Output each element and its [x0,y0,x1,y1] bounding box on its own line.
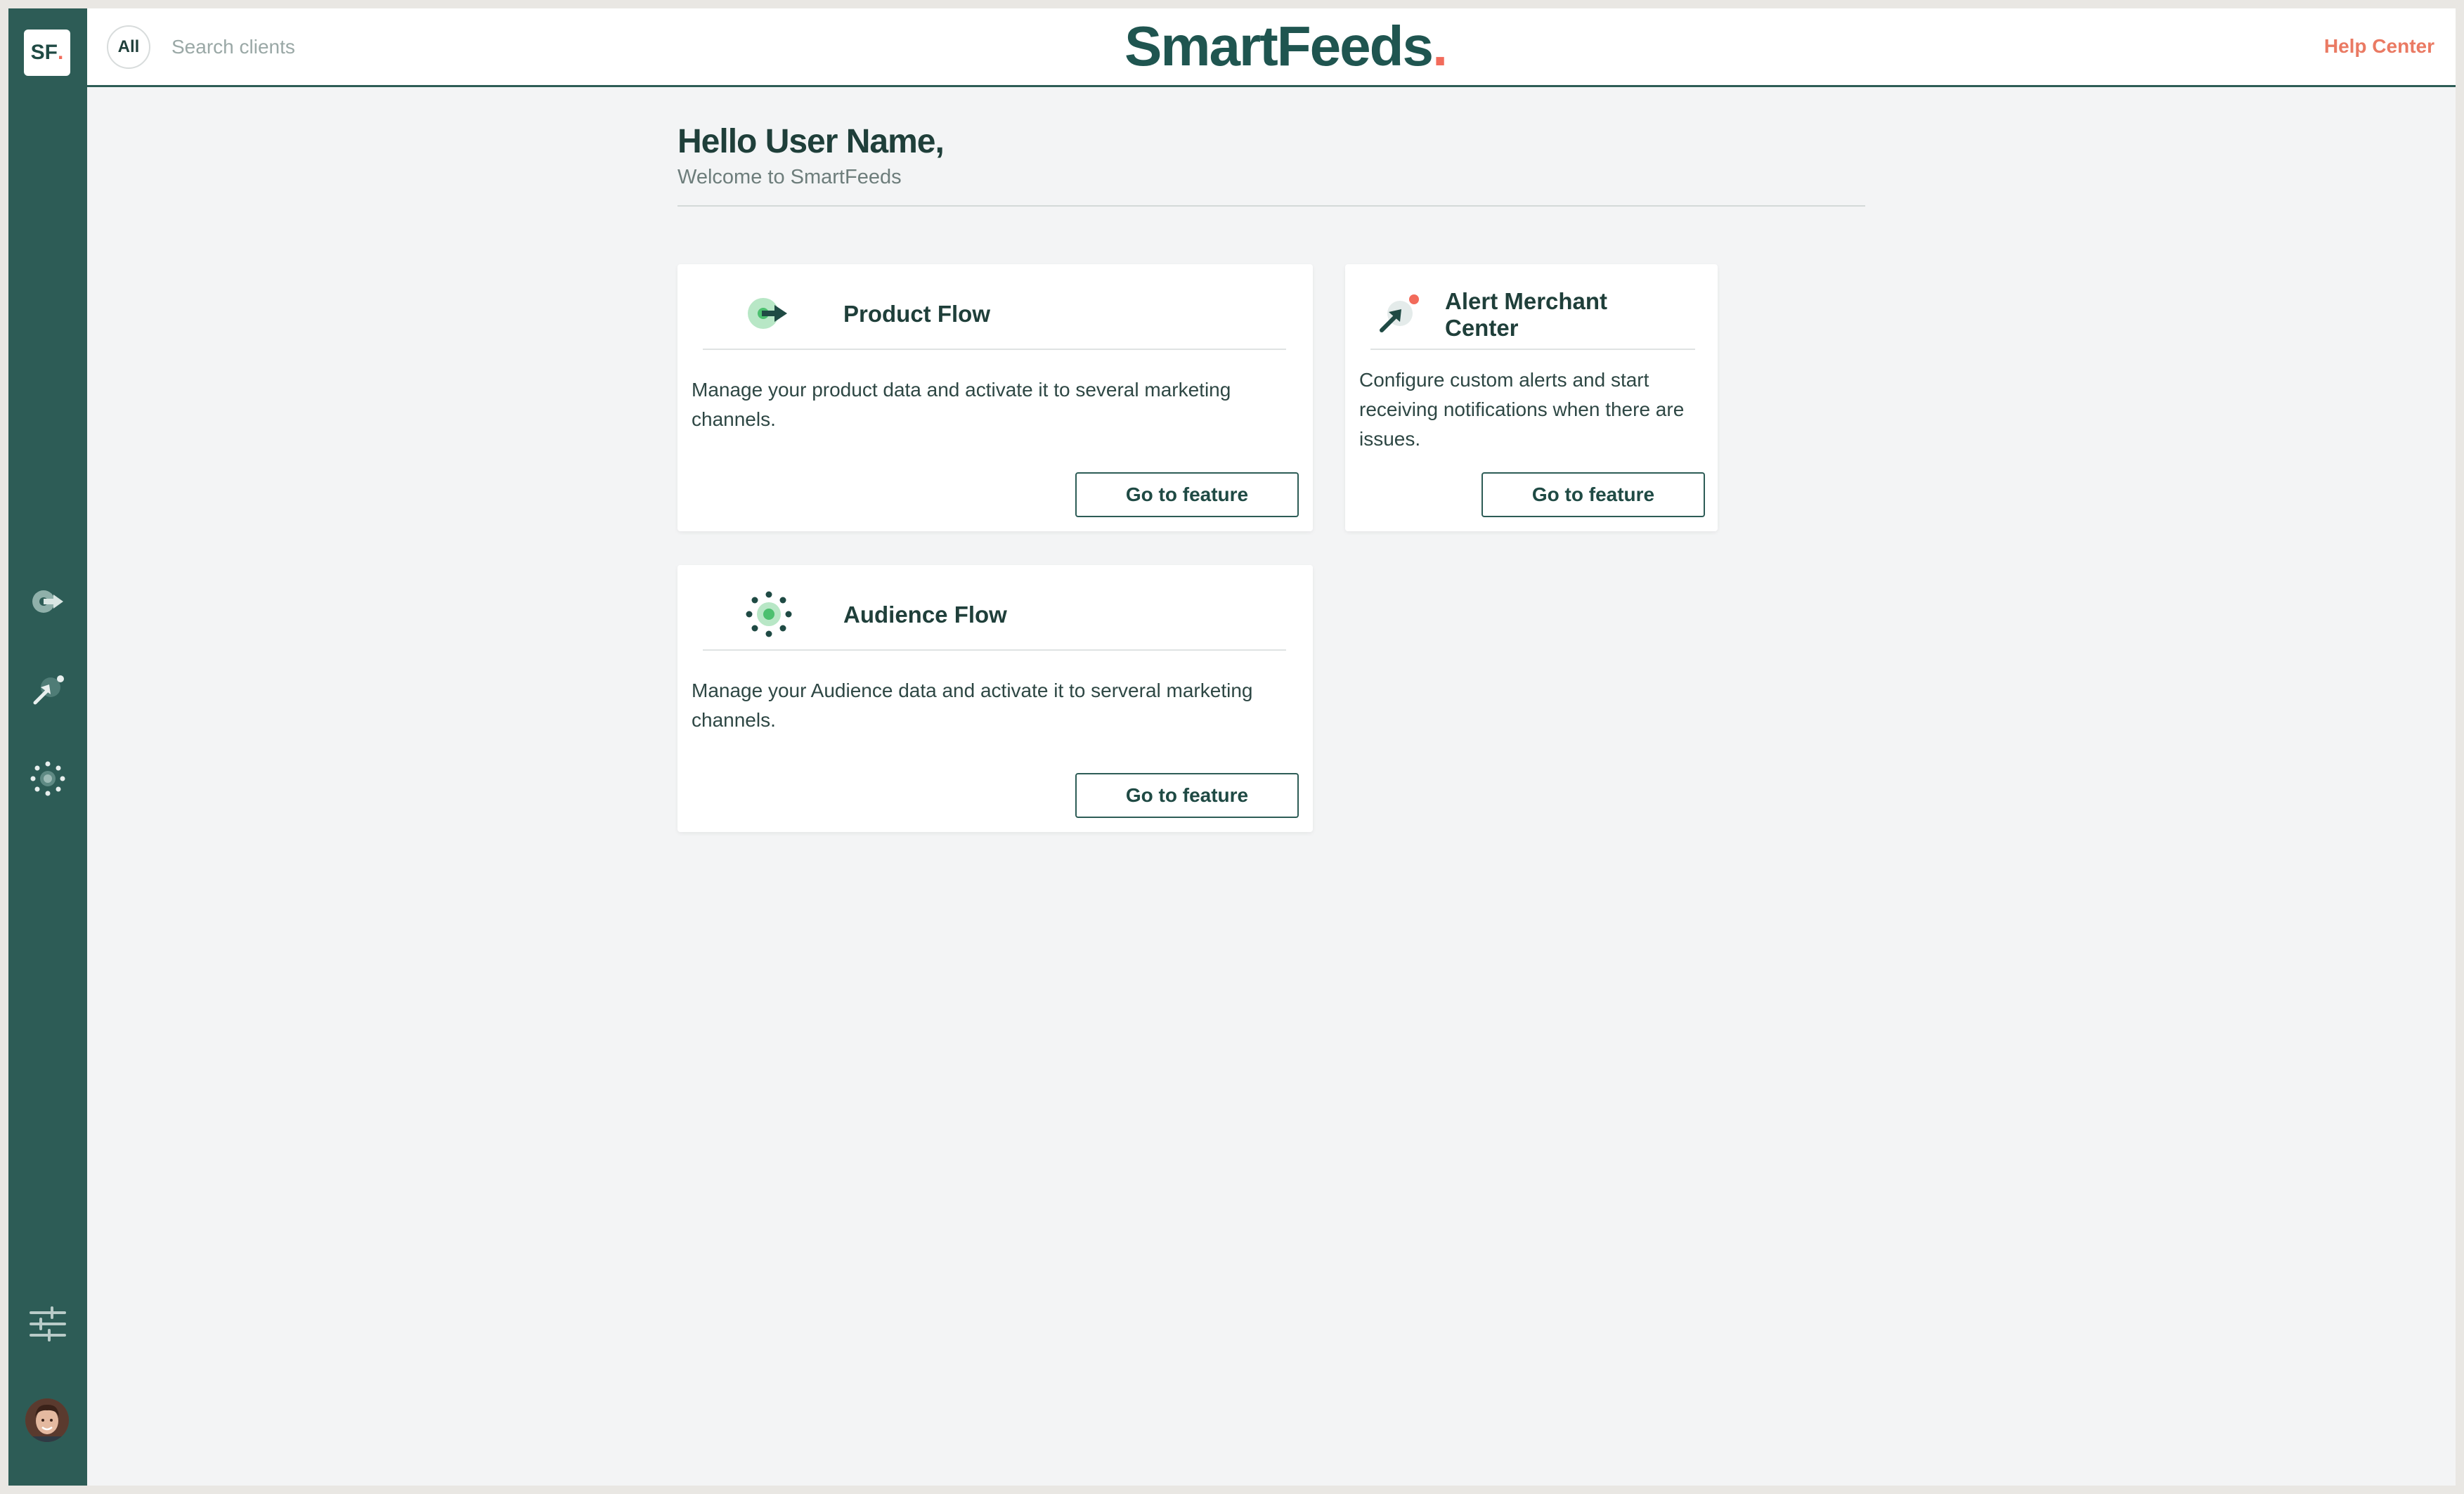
go-to-feature-button[interactable]: Go to feature [1481,472,1705,517]
sidebar-item-audience-flow[interactable] [30,760,66,797]
search-input[interactable] [171,30,523,65]
product-flow-card-icon-wrap [744,288,794,339]
help-center-link[interactable]: Help Center [2324,35,2434,58]
card-title: Alert Merchant Center [1445,288,1608,341]
sidebar-logo[interactable]: SF. [24,30,70,76]
go-to-feature-button[interactable]: Go to feature [1075,472,1299,517]
header-divider [677,205,1865,207]
feature-card-alert-merchant: Alert Merchant Center Configure custom a… [1345,264,1718,531]
feature-card-product-flow: Product Flow Manage your product data an… [677,264,1313,531]
card-description: Configure custom alerts and start receiv… [1359,369,1685,450]
card-divider [703,349,1286,350]
alert-merchant-icon [1380,294,1419,332]
alert-merchant-icon [33,675,64,705]
audience-flow-icon [746,591,792,637]
page-subtitle: Welcome to SmartFeeds [677,166,902,188]
settings-sliders-icon [30,1306,66,1342]
brand-name: SmartFeeds [1124,15,1434,77]
go-to-feature-button[interactable]: Go to feature [1075,773,1299,818]
sidebar-item-alert-merchant[interactable] [30,672,66,708]
audience-flow-icon [30,761,65,796]
card-description: Manage your Audience data and activate i… [692,680,1253,731]
avatar[interactable] [25,1398,69,1442]
audience-flow-card-icon-wrap [744,589,794,639]
top-bar: All SmartFeeds. Help Center [87,8,2456,87]
card-divider [703,649,1286,651]
card-title: Audience Flow [843,602,1007,628]
card-description: Manage your product data and activate it… [692,379,1231,430]
alert-merchant-card-icon-wrap [1373,288,1424,339]
all-clients-toggle[interactable]: All [107,25,150,69]
app-window: SF. All Search clients SmartFeeds. Help … [8,8,2456,1486]
logo-text: SF [30,41,58,64]
brand-dot: . [1432,15,1448,77]
user-avatar-icon [25,1398,69,1442]
page-title: Hello User Name, [677,123,945,160]
feature-card-audience-flow: Audience Flow Manage your Audience data … [677,565,1313,832]
brand-logo: SmartFeeds. [1124,15,1448,77]
card-divider [1370,349,1695,350]
product-flow-icon [748,298,787,329]
sidebar-item-product-flow[interactable] [30,583,66,620]
sidebar: SF. [8,8,87,1486]
logo-dot: . [58,41,64,64]
product-flow-icon [32,590,63,613]
card-title: Product Flow [843,301,990,327]
sidebar-item-settings[interactable] [30,1306,66,1342]
